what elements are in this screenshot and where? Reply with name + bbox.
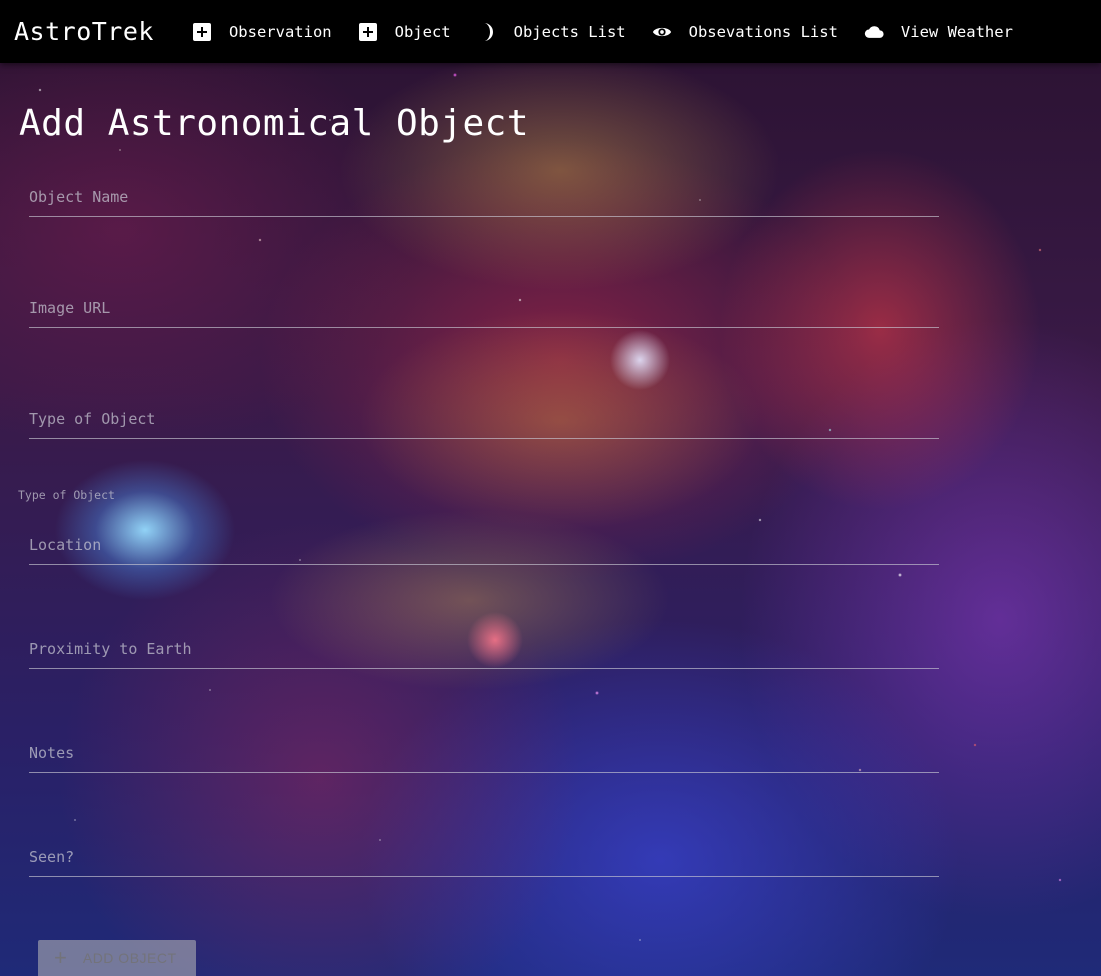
page-title: Add Astronomical Object <box>19 103 529 144</box>
location-input[interactable] <box>29 528 939 562</box>
location-field <box>29 528 939 565</box>
type-of-object-field <box>29 402 939 439</box>
notes-input[interactable] <box>29 736 939 770</box>
type-of-object-select-label: Type of Object <box>18 488 115 502</box>
add-object-form-page: Add Astronomical Object Type of Object +… <box>0 63 1101 976</box>
nav-item-observations-list[interactable]: Obsevations List <box>646 0 844 63</box>
nav-label-observations-list: Obsevations List <box>688 22 838 41</box>
type-of-object-input[interactable] <box>29 402 939 436</box>
add-object-button-label: ADD OBJECT <box>82 950 177 966</box>
cloud-icon <box>864 22 884 42</box>
nav-item-view-weather[interactable]: View Weather <box>858 0 1019 63</box>
top-navbar: AstroTrek Observation Object Objects Lis… <box>0 0 1101 63</box>
seen-field <box>29 840 939 877</box>
nav-label-objects-list: Objects List <box>513 22 626 41</box>
seen-input[interactable] <box>29 840 939 874</box>
object-name-field <box>29 180 939 217</box>
plus-box-icon <box>192 22 212 42</box>
nav-item-objects-list[interactable]: Objects List <box>471 0 632 63</box>
eye-icon <box>652 22 672 42</box>
nav-item-object[interactable]: Object <box>352 0 457 63</box>
proximity-field <box>29 632 939 669</box>
image-url-input[interactable] <box>29 291 939 325</box>
notes-field <box>29 736 939 773</box>
nav-label-observation: Observation <box>228 22 332 41</box>
moon-icon <box>477 22 497 42</box>
object-name-input[interactable] <box>29 180 939 214</box>
proximity-to-earth-input[interactable] <box>29 632 939 666</box>
nav-label-object: Object <box>394 22 451 41</box>
brand-logo[interactable]: AstroTrek <box>14 17 154 46</box>
plus-icon: + <box>54 945 67 970</box>
nav-item-observation[interactable]: Observation <box>186 0 338 63</box>
plus-box-icon <box>358 22 378 42</box>
add-object-button[interactable]: + ADD OBJECT <box>38 940 196 976</box>
image-url-field <box>29 291 939 328</box>
nav-label-view-weather: View Weather <box>900 22 1013 41</box>
